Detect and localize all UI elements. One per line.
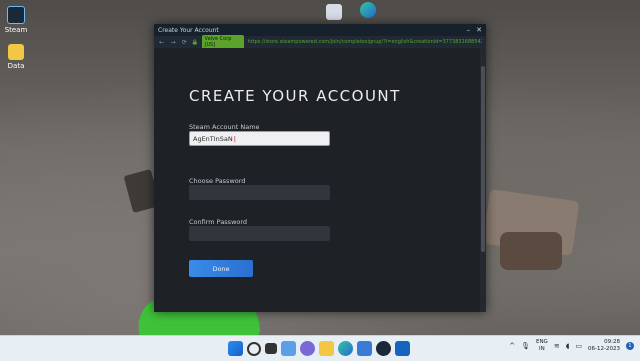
page-scrollbar[interactable] — [480, 48, 486, 312]
account-name-value: AgEnTInSaN — [193, 135, 236, 143]
taskbar: ^ 🎙 ENG IN ≋ ◖ ▭ 09:28 06-12-2023 1 — [0, 335, 640, 361]
choose-password-label: Choose Password — [189, 177, 246, 185]
lock-icon — [192, 39, 197, 45]
recycle-bin-icon — [326, 4, 342, 20]
notification-badge[interactable]: 1 — [626, 342, 634, 350]
clock-date: 06-12-2023 — [588, 346, 620, 352]
desktop-icon-label: Data — [7, 62, 25, 70]
search-icon[interactable] — [247, 342, 261, 356]
desktop-icon-data[interactable]: Data — [0, 44, 38, 70]
done-button[interactable]: Done — [189, 260, 253, 277]
page-title: CREATE YOUR ACCOUNT — [189, 87, 401, 105]
wifi-icon[interactable]: ≋ — [554, 342, 560, 350]
clock-time: 09:28 — [604, 339, 620, 345]
browser-navbar: ← → ⟳ Valve Corp [US] https://store.stea… — [154, 35, 486, 49]
ev-certificate-badge[interactable]: Valve Corp [US] — [201, 35, 244, 49]
teams-chat-icon[interactable] — [300, 341, 315, 356]
choose-password-input[interactable] — [189, 185, 330, 200]
confirm-password-label: Confirm Password — [189, 218, 248, 226]
address-bar-url[interactable]: https://store.steampowered.com/join/comp… — [248, 39, 482, 45]
minimize-button[interactable]: – — [467, 26, 471, 34]
steam-icon — [7, 6, 25, 24]
volume-icon[interactable]: ◖ — [566, 342, 570, 350]
account-name-label: Steam Account Name — [189, 123, 260, 131]
tray-chevron-icon[interactable]: ^ — [509, 342, 515, 350]
widgets-icon[interactable] — [281, 341, 296, 356]
steam-taskbar-icon[interactable] — [376, 341, 391, 356]
battery-icon[interactable]: ▭ — [575, 342, 582, 350]
language-region: IN — [539, 346, 545, 352]
folder-icon — [8, 44, 24, 60]
desktop-icon-edge[interactable] — [346, 2, 390, 20]
scrollbar-thumb[interactable] — [481, 66, 485, 252]
language-indicator[interactable]: ENG IN — [536, 339, 548, 353]
forward-button[interactable]: → — [169, 39, 176, 46]
windows-start-icon[interactable] — [228, 341, 243, 356]
outlook-icon[interactable] — [395, 341, 410, 356]
edge-icon[interactable] — [338, 341, 353, 356]
edge-icon — [360, 2, 376, 18]
rock-decoration — [500, 232, 562, 270]
system-tray: ^ 🎙 ENG IN ≋ ◖ ▭ 09:28 06-12-2023 1 — [509, 339, 634, 353]
store-icon[interactable] — [357, 341, 372, 356]
window-title: Create Your Account — [158, 26, 219, 34]
reload-button[interactable]: ⟳ — [181, 39, 188, 46]
task-view-icon[interactable] — [265, 343, 277, 354]
steam-signup-window: Create Your Account – ✕ ← → ⟳ Valve Corp… — [154, 24, 486, 312]
microphone-icon[interactable]: 🎙 — [521, 342, 530, 350]
page-content: CREATE YOUR ACCOUNT Steam Account Name A… — [154, 48, 480, 312]
language-code: ENG — [535, 339, 548, 345]
confirm-password-input[interactable] — [189, 226, 330, 241]
close-button[interactable]: ✕ — [476, 26, 482, 34]
desktop-icon-label: Steam — [4, 26, 28, 34]
desktop-icon-steam[interactable]: Steam — [0, 6, 38, 34]
back-button[interactable]: ← — [158, 39, 165, 46]
file-explorer-icon[interactable] — [319, 341, 334, 356]
clock[interactable]: 09:28 06-12-2023 — [588, 339, 620, 353]
account-name-input[interactable]: AgEnTInSaN — [189, 131, 330, 146]
